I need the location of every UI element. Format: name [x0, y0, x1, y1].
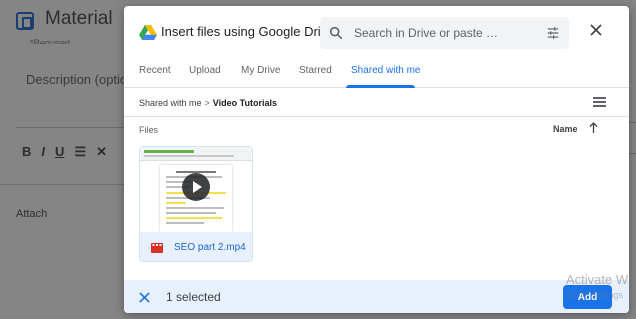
list-view-icon[interactable] [593, 96, 606, 108]
dialog-header: Insert files using Google Drive [124, 6, 629, 56]
play-icon[interactable] [182, 173, 210, 201]
search-icon[interactable] [328, 25, 344, 41]
material-icon [16, 12, 34, 30]
dialog-title: Insert files using Google Drive [161, 24, 335, 39]
breadcrumb: Shared with me > Video Tutorials [139, 98, 277, 108]
bold-icon: B [22, 144, 32, 159]
clear-format-icon: ✕ [96, 144, 107, 159]
format-toolbar: B I U ☰ ✕ [22, 144, 107, 160]
tab-bar: Recent Upload My Drive Starred Shared wi… [124, 56, 629, 88]
close-icon[interactable] [590, 24, 602, 36]
background-title: Material [45, 8, 113, 29]
search-input[interactable] [354, 24, 534, 42]
selected-count: 1 selected [166, 290, 221, 304]
tab-upload[interactable]: Upload [189, 65, 221, 76]
active-tab-indicator [346, 85, 415, 88]
search-box[interactable] [320, 17, 569, 49]
drive-picker-dialog: Insert files using Google Drive Recent U… [124, 6, 629, 313]
tab-shared-with-me[interactable]: Shared with me [351, 65, 420, 76]
file-thumbnail [140, 147, 252, 232]
attach-label: Attach [16, 208, 48, 220]
tab-my-drive[interactable]: My Drive [241, 65, 280, 76]
tab-starred[interactable]: Starred [299, 65, 332, 76]
italic-icon: I [41, 144, 46, 159]
file-card[interactable]: SEO part 2.mp4 [139, 146, 253, 262]
sort-by-name[interactable]: Name [553, 124, 578, 134]
list-format-icon: ☰ [74, 144, 87, 159]
file-meta: SEO part 2.mp4 [140, 232, 252, 261]
files-section-label: Files [139, 125, 159, 135]
breadcrumb-current: Video Tutorials [212, 98, 277, 108]
background-divider [0, 184, 124, 185]
add-button[interactable]: Add [563, 285, 612, 309]
clear-selection-icon[interactable] [139, 292, 150, 303]
breadcrumb-row: Shared with me > Video Tutorials [124, 89, 629, 117]
underline-icon: U [55, 144, 65, 159]
sort-arrow-up-icon[interactable] [589, 122, 598, 134]
breadcrumb-parent[interactable]: Shared with me [139, 98, 202, 108]
description-underline [16, 127, 126, 128]
google-drive-icon [139, 25, 157, 40]
search-options-icon[interactable] [546, 26, 560, 40]
file-name: SEO part 2.mp4 [174, 242, 246, 253]
video-file-icon [151, 243, 163, 253]
selection-footer: 1 selected Add [124, 280, 629, 313]
tab-recent[interactable]: Recent [139, 65, 171, 76]
breadcrumb-separator: > [204, 98, 210, 108]
